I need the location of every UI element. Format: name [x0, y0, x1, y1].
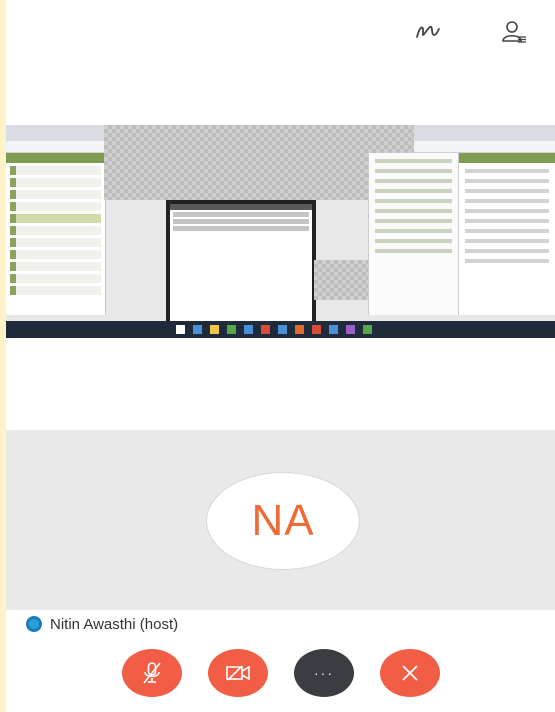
redacted-region	[314, 260, 370, 300]
more-options-button[interactable]: ···	[294, 649, 354, 697]
meeting-controls: ···	[6, 645, 555, 703]
avatar-initials: NA	[251, 496, 315, 545]
video-off-icon	[226, 665, 250, 681]
palette-row	[10, 238, 101, 247]
phone-preview	[166, 200, 316, 325]
phone-row	[173, 226, 309, 231]
palette-row	[10, 250, 101, 259]
participants-icon	[502, 21, 526, 43]
meeting-window: NA Nitin Awasthi (host) ···	[6, 0, 555, 712]
top-toolbar	[6, 0, 555, 60]
palette-header	[6, 153, 105, 163]
palette-row	[10, 190, 101, 199]
palette-row	[10, 226, 101, 235]
properties-header	[459, 153, 555, 163]
video-toggle-button[interactable]	[208, 649, 268, 697]
palette-row	[10, 166, 101, 175]
participant-name: Nitin Awasthi (host)	[50, 615, 179, 633]
palette-row	[10, 286, 101, 295]
palette-row	[10, 262, 101, 271]
microphone-muted-icon	[143, 662, 161, 684]
connection-status-icon	[26, 616, 42, 632]
phone-row	[173, 212, 309, 217]
palette-row	[10, 274, 101, 283]
phone-statusbar	[170, 204, 312, 210]
avatar: NA	[206, 472, 360, 570]
palette-row	[10, 178, 101, 187]
palette-panel	[6, 153, 106, 315]
palette-row	[10, 214, 101, 223]
close-icon	[402, 665, 418, 681]
mute-button[interactable]	[122, 649, 182, 697]
annotate-icon	[416, 25, 440, 38]
participants-button[interactable]	[500, 18, 528, 46]
phone-screen	[170, 204, 312, 321]
phone-row	[173, 219, 309, 224]
video-tile[interactable]: NA	[6, 430, 555, 610]
annotate-button[interactable]	[414, 18, 442, 46]
shared-screen-view[interactable]	[6, 125, 555, 338]
participant-name-bar: Nitin Awasthi (host)	[6, 610, 555, 638]
more-options-icon: ···	[314, 665, 334, 681]
os-taskbar	[6, 321, 555, 338]
components-tree	[368, 153, 458, 315]
palette-row	[10, 202, 101, 211]
properties-panel	[458, 153, 555, 315]
leave-meeting-button[interactable]	[380, 649, 440, 697]
